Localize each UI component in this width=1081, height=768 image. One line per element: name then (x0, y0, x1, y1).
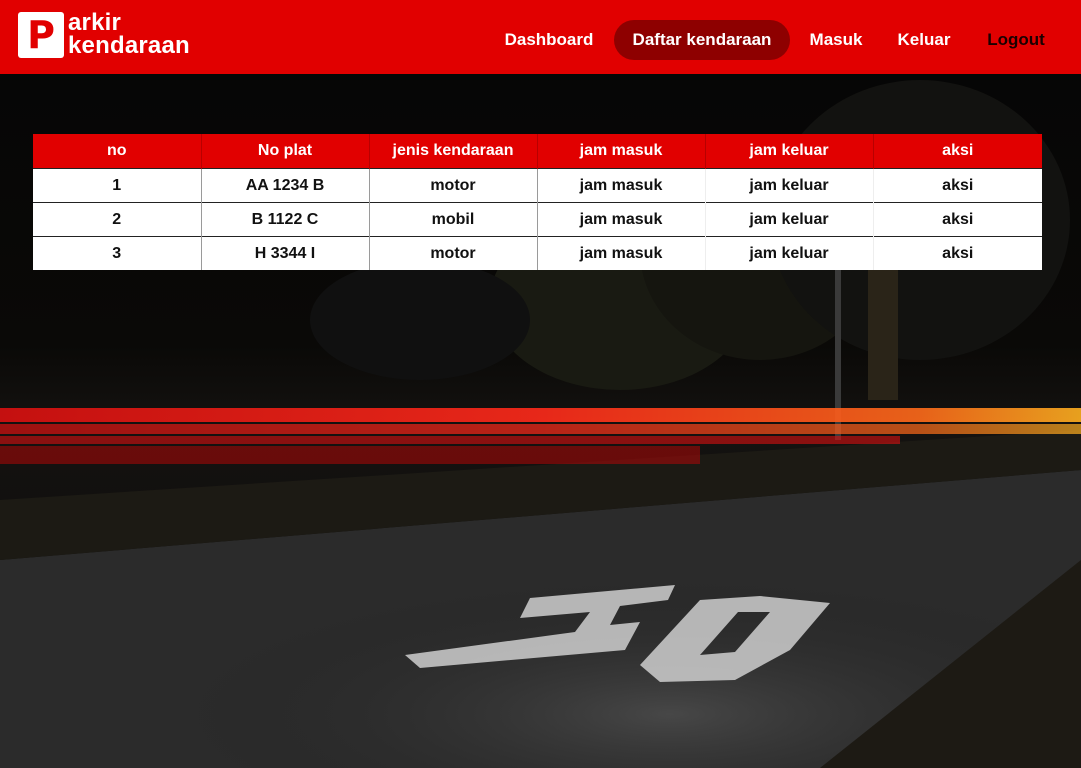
top-navbar: P arkir kendaraan Dashboard Daftar kenda… (0, 0, 1081, 74)
cell-no: 2 (33, 202, 202, 237)
header-jenis-kendaraan: jenis kendaraan (369, 134, 538, 169)
cell-jam-keluar: jam keluar (705, 236, 874, 270)
table-header-row: no No plat jenis kendaraan jam masuk jam… (33, 134, 1042, 169)
cell-jam-keluar: jam keluar (705, 202, 874, 237)
header-jam-masuk: jam masuk (537, 134, 706, 169)
vehicle-table: no No plat jenis kendaraan jam masuk jam… (33, 134, 1042, 270)
header-aksi: aksi (873, 134, 1042, 169)
cell-jam-masuk: jam masuk (537, 236, 706, 270)
cell-no-plat: B 1122 C (201, 202, 370, 237)
cell-jam-masuk: jam masuk (537, 168, 706, 203)
cell-jenis-kendaraan: motor (369, 236, 538, 270)
nav-masuk[interactable]: Masuk (800, 20, 872, 60)
table-row: 2 B 1122 C mobil jam masuk jam keluar ak… (33, 202, 1042, 237)
cell-no-plat: AA 1234 B (201, 168, 370, 203)
nav-logout[interactable]: Logout (980, 20, 1052, 60)
cell-no-plat: H 3344 I (201, 236, 370, 270)
cell-jam-masuk: jam masuk (537, 202, 706, 237)
header-no: no (33, 134, 202, 169)
cell-aksi[interactable]: aksi (873, 168, 1042, 203)
cell-no: 3 (33, 236, 202, 270)
nav-keluar[interactable]: Keluar (888, 20, 960, 60)
nav-dashboard[interactable]: Dashboard (496, 20, 602, 60)
table-row: 3 H 3344 I motor jam masuk jam keluar ak… (33, 236, 1042, 270)
header-jam-keluar: jam keluar (705, 134, 874, 169)
cell-aksi[interactable]: aksi (873, 236, 1042, 270)
nav-daftar-kendaraan[interactable]: Daftar kendaraan (614, 20, 790, 60)
background-photo (0, 0, 1081, 768)
table-row: 1 AA 1234 B motor jam masuk jam keluar a… (33, 168, 1042, 203)
main-nav: Dashboard Daftar kendaraan Masuk Keluar … (0, 20, 1081, 60)
cell-jenis-kendaraan: motor (369, 168, 538, 203)
cell-jam-keluar: jam keluar (705, 168, 874, 203)
cell-jenis-kendaraan: mobil (369, 202, 538, 237)
header-no-plat: No plat (201, 134, 370, 169)
cell-no: 1 (33, 168, 202, 203)
cell-aksi[interactable]: aksi (873, 202, 1042, 237)
